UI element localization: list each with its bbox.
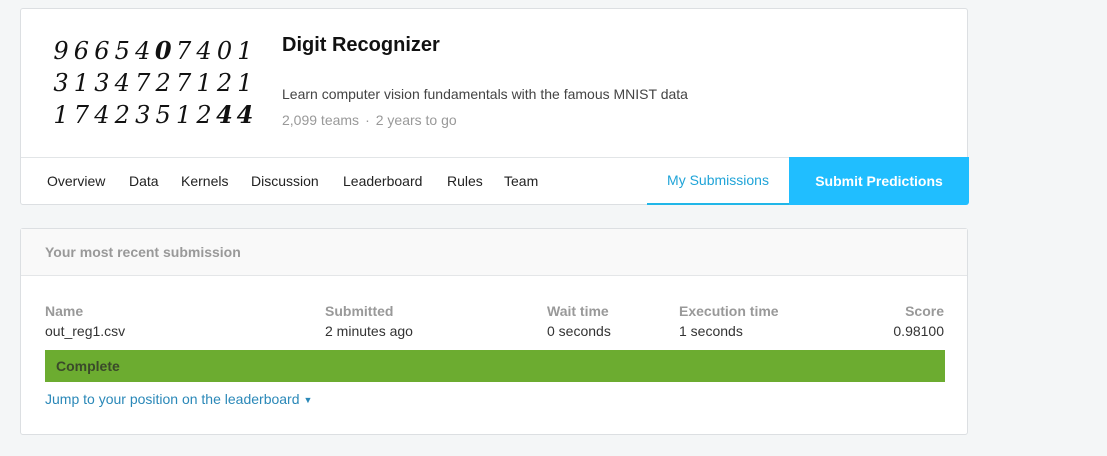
digit: 2 bbox=[155, 69, 171, 97]
wait-time-label: Wait time bbox=[547, 303, 609, 319]
execution-time-value: 1 seconds bbox=[679, 323, 743, 339]
tab-team[interactable]: Team bbox=[504, 158, 538, 204]
meta-separator: · bbox=[365, 112, 370, 128]
digit: 4 bbox=[236, 100, 254, 129]
execution-time-column: Execution time 1 seconds bbox=[679, 301, 779, 341]
tab-discussion[interactable]: Discussion bbox=[251, 158, 319, 204]
digit: 6 bbox=[73, 37, 90, 65]
deadline: 2 years to go bbox=[375, 112, 457, 128]
digit: 3 bbox=[135, 101, 151, 129]
name-label: Name bbox=[45, 303, 84, 319]
digit: 7 bbox=[73, 101, 90, 129]
digit: 5 bbox=[155, 101, 171, 129]
tab-rules[interactable]: Rules bbox=[447, 158, 483, 204]
digit: 9 bbox=[53, 37, 69, 65]
execution-time-label: Execution time bbox=[679, 303, 779, 319]
thumbnail-row: 1 7 4 2 3 5 1 2 4 4 bbox=[51, 99, 255, 131]
digit: 1 bbox=[175, 101, 192, 129]
digit: 4 bbox=[196, 37, 212, 65]
score-value: 0.98100 bbox=[893, 323, 944, 339]
competition-header: 9 6 6 5 4 0 7 4 0 1 3 1 3 4 7 2 7 1 2 1 … bbox=[20, 8, 969, 206]
jump-to-leaderboard-link[interactable]: Jump to your position on the leaderboard… bbox=[45, 390, 312, 409]
digit: 2 bbox=[114, 101, 130, 129]
digit: 3 bbox=[94, 69, 110, 97]
recent-submission-heading: Your most recent submission bbox=[21, 229, 967, 276]
digit: 7 bbox=[175, 69, 192, 97]
competition-meta: 2,099 teams · 2 years to go bbox=[282, 112, 457, 128]
competition-subtitle: Learn computer vision fundamentals with … bbox=[282, 86, 688, 102]
digit: 5 bbox=[114, 37, 130, 65]
digit: 0 bbox=[154, 36, 172, 65]
thumbnail-row: 9 6 6 5 4 0 7 4 0 1 bbox=[51, 35, 255, 67]
submitted-value: 2 minutes ago bbox=[325, 323, 413, 339]
jump-link-label: Jump to your position on the leaderboard bbox=[45, 391, 300, 407]
tab-kernels[interactable]: Kernels bbox=[181, 158, 228, 204]
tab-data[interactable]: Data bbox=[129, 158, 159, 204]
mnist-thumbnail: 9 6 6 5 4 0 7 4 0 1 3 1 3 4 7 2 7 1 2 1 … bbox=[51, 35, 255, 131]
tab-my-submissions[interactable]: My Submissions bbox=[647, 158, 789, 205]
digit: 4 bbox=[114, 69, 130, 97]
digit: 6 bbox=[94, 37, 110, 65]
team-count: 2,099 teams bbox=[282, 112, 360, 128]
digit: 1 bbox=[237, 69, 253, 97]
digit: 1 bbox=[73, 69, 90, 97]
tab-leaderboard[interactable]: Leaderboard bbox=[343, 158, 422, 204]
recent-submission-panel: Your most recent submission Name out_reg… bbox=[20, 228, 968, 435]
digit: 3 bbox=[53, 69, 69, 97]
submit-predictions-button[interactable]: Submit Predictions bbox=[789, 157, 969, 205]
digit: 2 bbox=[196, 101, 212, 129]
submitted-column: Submitted 2 minutes ago bbox=[325, 301, 413, 341]
digit: 1 bbox=[237, 37, 253, 65]
digit: 4 bbox=[135, 37, 151, 65]
competition-nav: Overview Data Kernels Discussion Leaderb… bbox=[21, 157, 969, 206]
caret-down-icon: ▼ bbox=[303, 395, 313, 406]
wait-time-column: Wait time 0 seconds bbox=[547, 301, 611, 341]
thumbnail-row: 3 1 3 4 7 2 7 1 2 1 bbox=[51, 67, 255, 99]
digit: 4 bbox=[216, 100, 233, 129]
score-column: Score 0.98100 bbox=[893, 301, 944, 341]
digit: 2 bbox=[216, 69, 233, 97]
name-column: Name out_reg1.csv bbox=[45, 301, 125, 341]
competition-title: Digit Recognizer bbox=[282, 34, 440, 56]
name-value: out_reg1.csv bbox=[45, 323, 126, 339]
digit: 0 bbox=[216, 37, 233, 65]
digit: 1 bbox=[53, 101, 69, 129]
submitted-label: Submitted bbox=[325, 303, 394, 319]
score-label: Score bbox=[905, 303, 944, 319]
digit: 1 bbox=[196, 69, 212, 97]
digit: 7 bbox=[175, 37, 192, 65]
digit: 7 bbox=[135, 69, 151, 97]
wait-time-value: 0 seconds bbox=[547, 323, 611, 339]
digit: 4 bbox=[94, 101, 110, 129]
status-badge: Complete bbox=[45, 350, 945, 382]
tab-overview[interactable]: Overview bbox=[47, 158, 105, 204]
